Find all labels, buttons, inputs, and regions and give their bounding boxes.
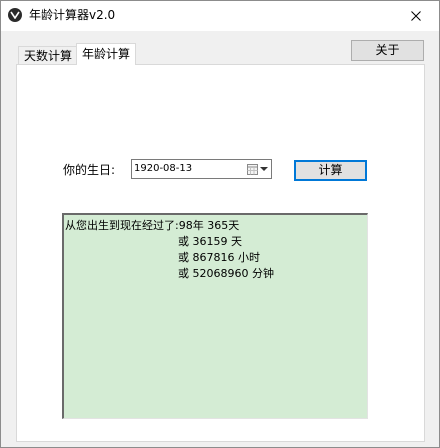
calculate-button[interactable]: 计算 (294, 160, 367, 181)
result-line: 从您出生到现在经过了:98年 365天 (65, 219, 240, 232)
window-title: 年龄计算器v2.0 (29, 8, 116, 22)
title-bar[interactable]: 年龄计算器v2.0 (1, 1, 439, 31)
calendar-icon (247, 163, 258, 175)
tab-panel-age-calc: 你的生日: 1920-08-13 计算 从您出生到现在经过了:98年 365天 … (16, 64, 425, 442)
chevron-down-icon (260, 166, 268, 171)
birthday-date-picker[interactable]: 1920-08-13 (131, 159, 272, 179)
result-line: 或 867816 小时 (178, 251, 260, 264)
app-window: 年龄计算器v2.0 天数计算 年龄计算 关于 你的生日: 1920-08-13 (0, 0, 440, 448)
birthday-value: 1920-08-13 (134, 163, 193, 174)
date-dropdown-button[interactable] (247, 162, 269, 176)
tab-day-count[interactable]: 天数计算 (18, 46, 79, 64)
tab-age-calc[interactable]: 年龄计算 (76, 43, 137, 65)
close-button[interactable] (393, 1, 439, 31)
close-icon (411, 11, 421, 21)
birthday-label: 你的生日: (63, 163, 116, 177)
result-textarea[interactable]: 从您出生到现在经过了:98年 365天 或 36159 天 或 867816 小… (62, 213, 368, 419)
app-logo-icon (8, 8, 22, 22)
about-button[interactable]: 关于 (351, 40, 424, 61)
result-line: 或 36159 天 (178, 235, 242, 248)
result-line: 或 52068960 分钟 (178, 267, 274, 280)
client-area: 天数计算 年龄计算 关于 你的生日: 1920-08-13 计算 从您出生到现在… (1, 31, 439, 447)
